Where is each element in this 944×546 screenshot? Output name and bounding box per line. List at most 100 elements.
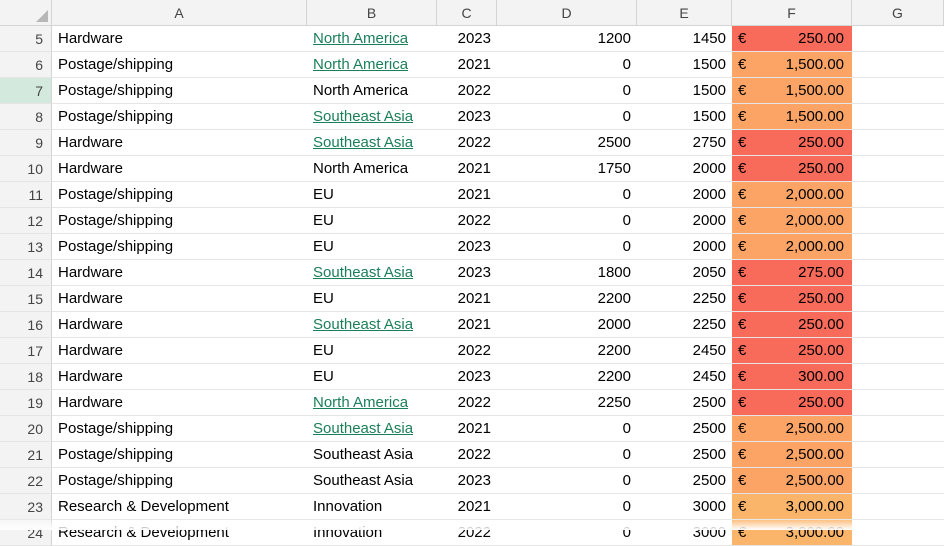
cell-amount[interactable]: €250.00 xyxy=(732,130,852,156)
cell-empty-g[interactable] xyxy=(852,442,944,468)
cell-empty-g[interactable] xyxy=(852,182,944,208)
row-header[interactable]: 12 xyxy=(0,208,52,234)
cell-region[interactable]: EU xyxy=(307,234,437,260)
row-header[interactable]: 21 xyxy=(0,442,52,468)
cell-empty-g[interactable] xyxy=(852,260,944,286)
cell-amount[interactable]: €1,500.00 xyxy=(732,52,852,78)
cell-value-e[interactable]: 2500 xyxy=(637,442,732,468)
cell-region[interactable]: North America xyxy=(307,26,437,52)
row-header[interactable]: 9 xyxy=(0,130,52,156)
cell-value-e[interactable]: 2050 xyxy=(637,260,732,286)
cell-value-e[interactable]: 2450 xyxy=(637,364,732,390)
cell-value-e[interactable]: 2000 xyxy=(637,156,732,182)
cell-empty-g[interactable] xyxy=(852,286,944,312)
cell-amount[interactable]: €1,500.00 xyxy=(732,104,852,130)
cell-empty-g[interactable] xyxy=(852,520,944,546)
cell-category[interactable]: Hardware xyxy=(52,312,307,338)
cell-category[interactable]: Postage/shipping xyxy=(52,416,307,442)
cell-amount[interactable]: €250.00 xyxy=(732,286,852,312)
cell-empty-g[interactable] xyxy=(852,78,944,104)
row-header[interactable]: 6 xyxy=(0,52,52,78)
cell-year[interactable]: 2021 xyxy=(437,156,497,182)
row-header[interactable]: 14 xyxy=(0,260,52,286)
cell-value-d[interactable]: 0 xyxy=(497,494,637,520)
cell-value-e[interactable]: 2500 xyxy=(637,468,732,494)
cell-empty-g[interactable] xyxy=(852,208,944,234)
cell-value-e[interactable]: 2750 xyxy=(637,130,732,156)
cell-year[interactable]: 2022 xyxy=(437,208,497,234)
cell-region[interactable]: Southeast Asia xyxy=(307,260,437,286)
cell-value-d[interactable]: 2200 xyxy=(497,364,637,390)
cell-value-d[interactable]: 0 xyxy=(497,520,637,546)
cell-year[interactable]: 2021 xyxy=(437,312,497,338)
cell-value-e[interactable]: 1500 xyxy=(637,104,732,130)
cell-amount[interactable]: €2,000.00 xyxy=(732,208,852,234)
cell-region[interactable]: EU xyxy=(307,182,437,208)
cell-empty-g[interactable] xyxy=(852,26,944,52)
cell-region[interactable]: North America xyxy=(307,78,437,104)
row-header[interactable]: 20 xyxy=(0,416,52,442)
cell-value-d[interactable]: 2250 xyxy=(497,390,637,416)
cell-amount[interactable]: €2,000.00 xyxy=(732,182,852,208)
cell-year[interactable]: 2022 xyxy=(437,390,497,416)
cell-year[interactable]: 2023 xyxy=(437,468,497,494)
row-header[interactable]: 17 xyxy=(0,338,52,364)
cell-amount[interactable]: €275.00 xyxy=(732,260,852,286)
cell-region[interactable]: EU xyxy=(307,208,437,234)
cell-value-e[interactable]: 2000 xyxy=(637,208,732,234)
cell-category[interactable]: Hardware xyxy=(52,26,307,52)
column-header-a[interactable]: A xyxy=(52,0,307,26)
cell-year[interactable]: 2021 xyxy=(437,416,497,442)
cell-region[interactable]: Southeast Asia xyxy=(307,130,437,156)
cell-year[interactable]: 2021 xyxy=(437,286,497,312)
column-header-g[interactable]: G xyxy=(852,0,944,26)
cell-value-d[interactable]: 0 xyxy=(497,78,637,104)
row-header[interactable]: 22 xyxy=(0,468,52,494)
cell-region[interactable]: EU xyxy=(307,364,437,390)
cell-category[interactable]: Hardware xyxy=(52,260,307,286)
cell-value-e[interactable]: 2500 xyxy=(637,416,732,442)
row-header[interactable]: 23 xyxy=(0,494,52,520)
cell-value-d[interactable]: 0 xyxy=(497,52,637,78)
cell-region[interactable]: North America xyxy=(307,390,437,416)
cell-year[interactable]: 2023 xyxy=(437,104,497,130)
cell-value-d[interactable]: 0 xyxy=(497,442,637,468)
cell-amount[interactable]: €2,500.00 xyxy=(732,416,852,442)
cell-empty-g[interactable] xyxy=(852,364,944,390)
cell-amount[interactable]: €2,500.00 xyxy=(732,442,852,468)
select-all-corner[interactable] xyxy=(0,0,52,26)
column-header-f[interactable]: F xyxy=(732,0,852,26)
cell-value-d[interactable]: 0 xyxy=(497,208,637,234)
cell-category[interactable]: Research & Development xyxy=(52,494,307,520)
cell-empty-g[interactable] xyxy=(852,130,944,156)
cell-amount[interactable]: €250.00 xyxy=(732,390,852,416)
column-header-b[interactable]: B xyxy=(307,0,437,26)
row-header[interactable]: 24 xyxy=(0,520,52,546)
cell-category[interactable]: Postage/shipping xyxy=(52,182,307,208)
cell-amount[interactable]: €250.00 xyxy=(732,338,852,364)
cell-amount[interactable]: €250.00 xyxy=(732,156,852,182)
cell-empty-g[interactable] xyxy=(852,416,944,442)
cell-region[interactable]: North America xyxy=(307,52,437,78)
cell-year[interactable]: 2022 xyxy=(437,78,497,104)
cell-category[interactable]: Research & Development xyxy=(52,520,307,546)
row-header[interactable]: 13 xyxy=(0,234,52,260)
cell-empty-g[interactable] xyxy=(852,494,944,520)
cell-category[interactable]: Postage/shipping xyxy=(52,208,307,234)
cell-category[interactable]: Hardware xyxy=(52,130,307,156)
cell-year[interactable]: 2023 xyxy=(437,26,497,52)
cell-year[interactable]: 2022 xyxy=(437,338,497,364)
cell-category[interactable]: Postage/shipping xyxy=(52,104,307,130)
cell-region[interactable]: Southeast Asia xyxy=(307,468,437,494)
cell-empty-g[interactable] xyxy=(852,52,944,78)
cell-value-d[interactable]: 2500 xyxy=(497,130,637,156)
cell-value-d[interactable]: 0 xyxy=(497,416,637,442)
cell-category[interactable]: Postage/shipping xyxy=(52,234,307,260)
row-header[interactable]: 8 xyxy=(0,104,52,130)
cell-value-d[interactable]: 2200 xyxy=(497,338,637,364)
cell-empty-g[interactable] xyxy=(852,390,944,416)
cell-category[interactable]: Postage/shipping xyxy=(52,442,307,468)
cell-value-e[interactable]: 1500 xyxy=(637,78,732,104)
cell-region[interactable]: Innovation xyxy=(307,494,437,520)
cell-value-d[interactable]: 1800 xyxy=(497,260,637,286)
